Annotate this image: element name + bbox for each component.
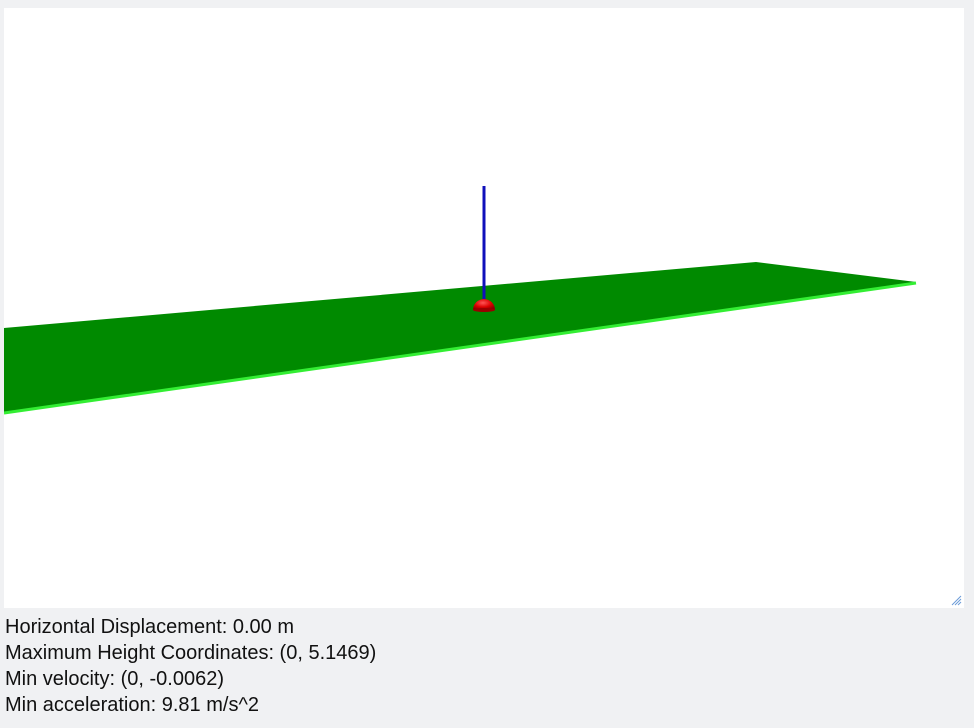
max-height-readout: Maximum Height Coordinates: (0, 5.1469): [5, 642, 377, 664]
ground-plane: [4, 262, 916, 412]
readout-panel: Horizontal Displacement: 0.00 m Maximum …: [5, 614, 965, 718]
scene-view[interactable]: [4, 8, 964, 608]
3d-canvas[interactable]: [4, 8, 964, 608]
min-acceleration-readout: Min acceleration: 9.81 m/s^2: [5, 694, 259, 716]
ball-shadow: [473, 308, 495, 312]
min-velocity-readout: Min velocity: (0, -0.0062): [5, 668, 224, 690]
resize-grip-icon[interactable]: [950, 594, 962, 606]
simulation-page: Horizontal Displacement: 0.00 m Maximum …: [0, 0, 974, 728]
horizontal-displacement-readout: Horizontal Displacement: 0.00 m: [5, 616, 295, 638]
